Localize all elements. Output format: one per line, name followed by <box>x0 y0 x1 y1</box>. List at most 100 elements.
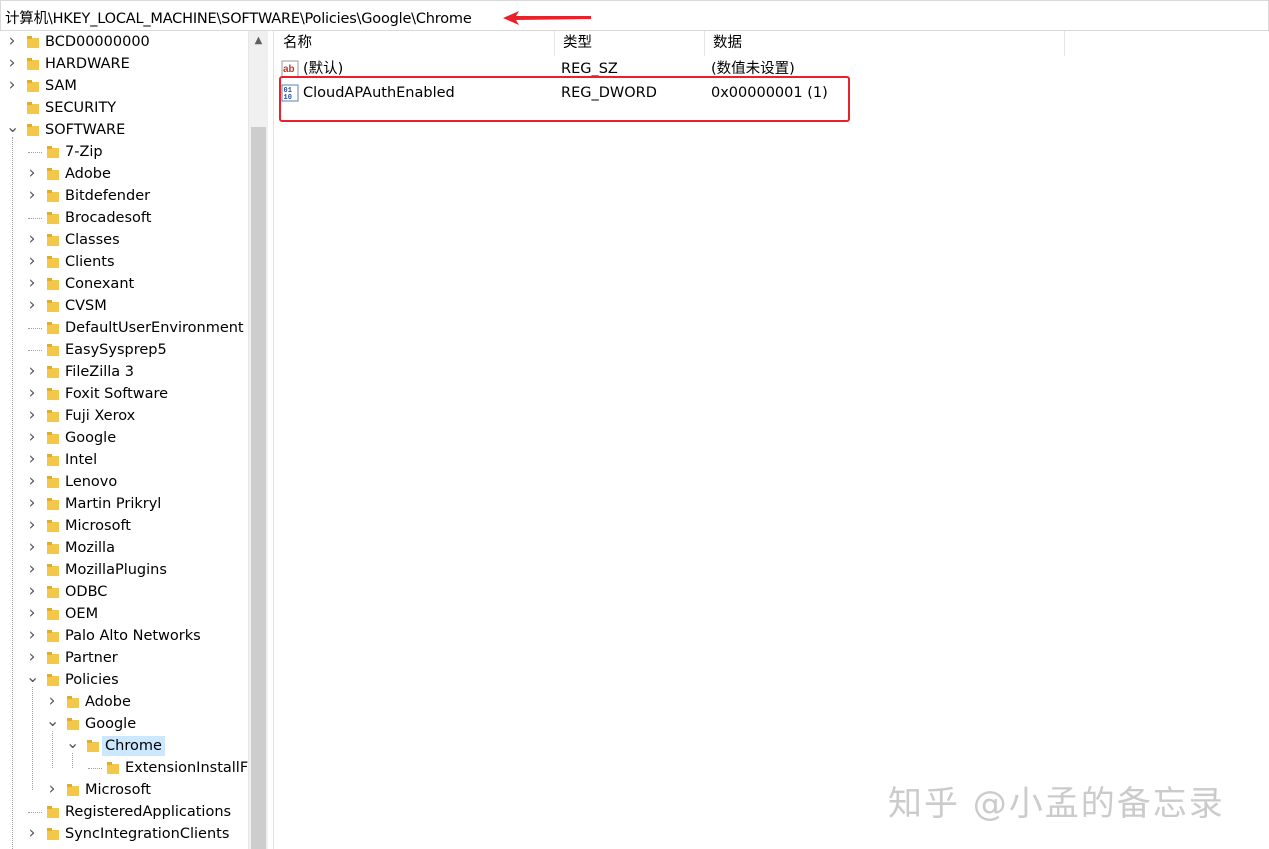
chevron-right-icon[interactable]: › <box>26 385 38 402</box>
chevron-right-icon[interactable]: › <box>26 495 38 512</box>
folder-icon <box>107 762 119 774</box>
tree-item[interactable]: Brocadesoft <box>0 207 248 229</box>
tree-item-label: Adobe <box>85 694 131 710</box>
chevron-right-icon[interactable]: › <box>26 187 38 204</box>
tree-item[interactable]: › FileZilla 3 <box>0 361 248 383</box>
tree-item[interactable]: › Bitdefender <box>0 185 248 207</box>
tree-item[interactable]: › Fuji Xerox <box>0 405 248 427</box>
registry-path[interactable]: 计算机\HKEY_LOCAL_MACHINE\SOFTWARE\Policies… <box>5 7 472 28</box>
chevron-down-icon[interactable]: ⌄ <box>46 713 59 732</box>
chevron-right-icon[interactable]: › <box>26 297 38 314</box>
folder-icon <box>47 190 59 202</box>
chevron-right-icon[interactable]: › <box>26 627 38 644</box>
pane-splitter[interactable] <box>268 31 274 849</box>
tree-item[interactable]: › Adobe <box>0 691 248 713</box>
chevron-right-icon[interactable]: › <box>26 363 38 380</box>
column-header-data[interactable]: 数据 <box>705 31 1065 56</box>
chevron-right-icon[interactable]: › <box>26 451 38 468</box>
chevron-right-icon[interactable]: › <box>26 275 38 292</box>
chevron-down-icon[interactable]: ⌄ <box>26 669 39 688</box>
tree-item[interactable]: › HARDWARE <box>0 53 248 75</box>
chevron-right-icon[interactable]: › <box>26 583 38 600</box>
column-header-name[interactable]: 名称 <box>275 31 555 56</box>
folder-icon <box>47 828 59 840</box>
folder-icon <box>27 124 39 136</box>
chevron-right-icon[interactable]: › <box>26 825 38 842</box>
tree-item-label: Google <box>65 430 117 446</box>
tree-item[interactable]: › Conexant <box>0 273 248 295</box>
tree-item[interactable]: › Classes <box>0 229 248 251</box>
tree-item[interactable]: SECURITY <box>0 97 248 119</box>
tree-item[interactable]: › Mozilla <box>0 537 248 559</box>
tree-item[interactable]: 7-Zip <box>0 141 248 163</box>
tree-item[interactable]: ⌄ Policies <box>0 669 248 691</box>
tree-item[interactable]: DefaultUserEnvironment <box>0 317 248 339</box>
tree-item[interactable]: › Martin Prikryl <box>0 493 248 515</box>
tree-item[interactable]: › SAM <box>0 75 248 97</box>
chevron-right-icon[interactable]: › <box>26 165 38 182</box>
chevron-right-icon[interactable]: › <box>26 605 38 622</box>
chevron-right-icon[interactable]: › <box>26 561 38 578</box>
tree-item[interactable]: › Google <box>0 427 248 449</box>
tree-item-label: Lenovo <box>65 474 118 490</box>
folder-icon <box>87 740 99 752</box>
folder-icon <box>47 256 59 268</box>
column-header-type[interactable]: 类型 <box>555 31 705 56</box>
tree-item[interactable]: ⌄ Chrome <box>0 735 248 757</box>
tree-item-label: OEM <box>65 606 99 622</box>
tree-item[interactable]: ⌄ Google <box>0 713 248 735</box>
tree-item[interactable]: › BCD00000000 <box>0 31 248 53</box>
tree-item[interactable]: › Clients <box>0 251 248 273</box>
tree-item[interactable]: ExtensionInstallF <box>0 757 248 779</box>
chevron-right-icon[interactable]: › <box>6 33 18 50</box>
values-list[interactable]: 名称 类型 数据 ab (默认) REG_SZ (数值未设置) 01 10 Cl… <box>275 31 1269 849</box>
tree-item-label: BCD00000000 <box>45 34 150 50</box>
tree-item[interactable]: EasySysprep5 <box>0 339 248 361</box>
tree-item[interactable]: › Foxit Software <box>0 383 248 405</box>
chevron-right-icon[interactable]: › <box>26 649 38 666</box>
folder-icon <box>27 80 39 92</box>
tree-item-label: Google <box>85 716 137 732</box>
tree-item-label: ExtensionInstallF <box>125 760 249 776</box>
tree-item[interactable]: › MozillaPlugins <box>0 559 248 581</box>
folder-icon <box>47 300 59 312</box>
folder-icon <box>27 102 39 114</box>
scroll-up-arrow-icon[interactable]: ▲ <box>249 31 268 51</box>
tree-vertical-scrollbar[interactable]: ▲ <box>248 31 268 849</box>
folder-icon <box>47 564 59 576</box>
chevron-right-icon[interactable]: › <box>26 517 38 534</box>
tree-item[interactable]: › OEM <box>0 603 248 625</box>
tree-item[interactable]: › Palo Alto Networks <box>0 625 248 647</box>
tree-item-label: Classes <box>65 232 120 248</box>
chevron-down-icon[interactable]: ⌄ <box>6 119 19 138</box>
chevron-right-icon[interactable]: › <box>26 429 38 446</box>
address-bar[interactable]: 计算机\HKEY_LOCAL_MACHINE\SOFTWARE\Policies… <box>0 0 1269 31</box>
tree-item[interactable]: › Lenovo <box>0 471 248 493</box>
folder-icon <box>47 454 59 466</box>
tree-item[interactable]: › Adobe <box>0 163 248 185</box>
tree-item[interactable]: ⌄ SOFTWARE <box>0 119 248 141</box>
folder-icon <box>47 674 59 686</box>
chevron-right-icon[interactable]: › <box>26 231 38 248</box>
chevron-right-icon[interactable]: › <box>26 407 38 424</box>
tree-item[interactable]: › Intel <box>0 449 248 471</box>
tree-item[interactable]: › CVSM <box>0 295 248 317</box>
chevron-right-icon[interactable]: › <box>26 539 38 556</box>
chevron-right-icon[interactable]: › <box>46 693 58 710</box>
tree-item[interactable]: › Microsoft <box>0 779 248 801</box>
chevron-down-icon[interactable]: ⌄ <box>66 735 79 754</box>
chevron-right-icon[interactable]: › <box>6 77 18 94</box>
scrollbar-thumb[interactable] <box>251 127 266 849</box>
tree-item[interactable]: › Microsoft <box>0 515 248 537</box>
registry-key-tree[interactable]: › BCD00000000 › HARDWARE › SAM SECURITY ⌄ SOFTWA… <box>0 31 268 849</box>
tree-item[interactable]: › ODBC <box>0 581 248 603</box>
tree-item[interactable]: › SyncIntegrationClients <box>0 823 248 845</box>
tree-item-label: Fuji Xerox <box>65 408 136 424</box>
chevron-right-icon[interactable]: › <box>6 55 18 72</box>
tree-item[interactable]: › Partner <box>0 647 248 669</box>
chevron-right-icon[interactable]: › <box>26 253 38 270</box>
chevron-right-icon[interactable]: › <box>26 473 38 490</box>
folder-icon <box>47 630 59 642</box>
tree-item[interactable]: RegisteredApplications <box>0 801 248 823</box>
chevron-right-icon[interactable]: › <box>46 781 58 798</box>
